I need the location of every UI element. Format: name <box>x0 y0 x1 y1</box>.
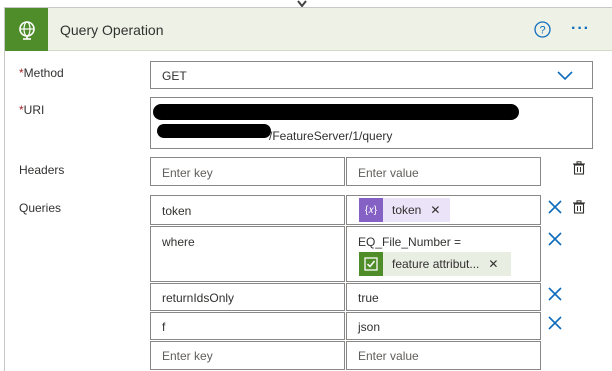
query-value-text: json <box>358 320 381 334</box>
expression-icon: {𝑥} <box>359 198 383 222</box>
query-value-input[interactable]: true <box>346 283 541 311</box>
uri-label: *URI <box>19 103 45 117</box>
query-key-input[interactable]: where <box>150 226 345 282</box>
remove-row-icon[interactable] <box>548 232 562 246</box>
query-key-value: f <box>162 320 166 334</box>
delete-icon[interactable] <box>572 161 586 175</box>
query-value-placeholder: Enter value <box>358 349 419 363</box>
query-key-value: token <box>162 204 192 218</box>
feature-attribute-icon <box>359 252 383 276</box>
method-select[interactable]: GET <box>150 61 593 89</box>
query-value-input[interactable]: Enter value <box>346 341 541 370</box>
card-header[interactable]: Query Operation ? ··· <box>5 8 612 51</box>
query-key-placeholder: Enter key <box>162 349 213 363</box>
query-value-input[interactable]: EQ_File_Number = feature attribut... ✕ <box>346 226 541 282</box>
action-card: Query Operation ? ··· *Method GET *URI /… <box>4 7 612 371</box>
query-key-input[interactable]: returnIdsOnly <box>150 283 345 311</box>
remove-row-icon[interactable] <box>548 287 562 301</box>
remove-token-icon[interactable]: ✕ <box>488 257 498 271</box>
query-key-value: where <box>162 235 195 249</box>
more-options-icon[interactable]: ··· <box>571 20 593 38</box>
token-chip[interactable]: feature attribut... ✕ <box>359 252 511 276</box>
remove-row-icon[interactable] <box>548 316 562 330</box>
header-value-placeholder: Enter value <box>358 166 419 180</box>
token-chip-label: token <box>392 203 422 217</box>
query-value-input[interactable]: {𝑥} token ✕ <box>346 195 541 225</box>
uri-input[interactable]: /FeatureServer/1/query <box>150 97 593 149</box>
globe-icon <box>5 8 48 51</box>
header-key-placeholder: Enter key <box>162 166 213 180</box>
query-value-text: true <box>358 291 379 305</box>
card-title: Query Operation <box>60 22 164 38</box>
query-key-input[interactable]: f <box>150 312 345 340</box>
redaction-mark <box>153 104 519 120</box>
uri-visible-text: /FeatureServer/1/query <box>269 129 393 143</box>
query-value-input[interactable]: json <box>346 312 541 340</box>
delete-icon[interactable] <box>572 200 586 214</box>
method-value: GET <box>162 69 187 83</box>
remove-row-icon[interactable] <box>548 200 562 214</box>
token-chip[interactable]: {𝑥} token ✕ <box>359 198 450 222</box>
chevron-down-icon <box>557 71 573 81</box>
header-value-input[interactable]: Enter value <box>346 157 541 186</box>
svg-text:?: ? <box>539 25 545 37</box>
query-key-input[interactable]: token <box>150 195 345 225</box>
redaction-mark <box>157 124 271 138</box>
remove-token-icon[interactable]: ✕ <box>430 203 440 217</box>
query-key-input[interactable]: Enter key <box>150 341 345 370</box>
help-icon[interactable]: ? <box>534 21 551 38</box>
method-label: *Method <box>19 66 64 80</box>
query-value-text: EQ_File_Number = <box>358 235 462 249</box>
headers-label: Headers <box>19 163 65 177</box>
token-chip-label: feature attribut... <box>392 257 480 271</box>
queries-label: Queries <box>19 201 62 215</box>
header-key-input[interactable]: Enter key <box>150 157 345 186</box>
query-key-value: returnIdsOnly <box>162 291 235 305</box>
